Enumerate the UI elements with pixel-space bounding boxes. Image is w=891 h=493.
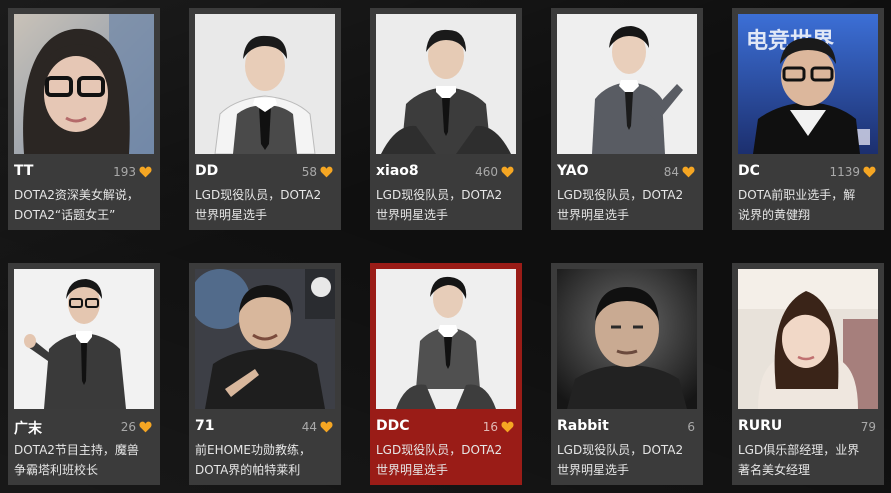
player-name[interactable]: YAO xyxy=(557,163,589,179)
player-name[interactable]: xiao8 xyxy=(376,163,419,179)
player-name[interactable]: 71 xyxy=(195,418,214,434)
player-name[interactable]: TT xyxy=(14,163,33,179)
player-name[interactable]: Rabbit xyxy=(557,418,609,434)
player-card[interactable]: YAO 84 LGD现役队员，DOTA2 世界明星选手 xyxy=(551,8,703,230)
description-line: 世界明星选手 xyxy=(557,208,630,222)
description-line: LGD现役队员，DOTA2 xyxy=(376,188,503,202)
player-description: LGD现役队员，DOTA2 世界明星选手 xyxy=(195,185,338,225)
description-line: DOTA2节目主持，魔兽 xyxy=(14,443,139,457)
player-photo[interactable] xyxy=(14,269,154,409)
player-card[interactable]: 电竞世界 DC 1139 DOTA前职业选手，解 说界的黄健翔 xyxy=(732,8,884,230)
player-card[interactable]: RURU 79 LGD俱乐部经理，业界 著名美女经理 xyxy=(732,263,884,485)
like-count: 193 xyxy=(113,165,136,179)
heart-icon[interactable] xyxy=(501,166,514,178)
like-counter[interactable]: 58 xyxy=(302,165,333,179)
player-description: DOTA2资深美女解说， DOTA2“话题女王” xyxy=(14,185,157,225)
like-counter[interactable]: 84 xyxy=(664,165,695,179)
player-description: LGD俱乐部经理，业界 著名美女经理 xyxy=(738,440,881,480)
like-counter[interactable]: 193 xyxy=(113,165,152,179)
like-count: 79 xyxy=(860,420,876,434)
like-counter[interactable]: 26 xyxy=(121,420,152,434)
player-name[interactable]: 广末 xyxy=(14,418,42,438)
player-card[interactable]: TT 193 DOTA2资深美女解说， DOTA2“话题女王” xyxy=(8,8,160,230)
like-counter[interactable]: 44 xyxy=(302,420,333,434)
heart-icon[interactable] xyxy=(501,421,514,433)
player-photo[interactable] xyxy=(376,14,516,154)
description-line: 著名美女经理 xyxy=(738,463,811,477)
player-photo[interactable] xyxy=(557,14,697,154)
like-count: 16 xyxy=(482,420,498,434)
like-count: 58 xyxy=(301,165,317,179)
heart-icon[interactable] xyxy=(139,421,152,433)
player-description: LGD现役队员，DOTA2 世界明星选手 xyxy=(376,185,519,225)
description-line: 世界明星选手 xyxy=(195,208,268,222)
description-line: 争霸塔利班校长 xyxy=(14,463,99,477)
player-description: DOTA2节目主持，魔兽 争霸塔利班校长 xyxy=(14,440,157,480)
player-name[interactable]: DDC xyxy=(376,418,410,434)
description-line: 世界明星选手 xyxy=(376,463,449,477)
player-photo[interactable] xyxy=(376,269,516,409)
like-count: 84 xyxy=(663,165,679,179)
player-photo[interactable] xyxy=(14,14,154,154)
like-counter[interactable]: 16 xyxy=(483,420,514,434)
description-line: 世界明星选手 xyxy=(376,208,449,222)
heart-icon[interactable] xyxy=(682,166,695,178)
player-photo[interactable] xyxy=(557,269,697,409)
player-card[interactable]: DD 58 LGD现役队员，DOTA2 世界明星选手 xyxy=(189,8,341,230)
player-photo[interactable] xyxy=(738,269,878,409)
player-description: 前EHOME功勋教练， DOTA界的帕特莱利 xyxy=(195,440,338,480)
player-description: LGD现役队员，DOTA2 世界明星选手 xyxy=(376,440,519,480)
player-name[interactable]: DD xyxy=(195,163,218,179)
description-line: DOTA2资深美女解说， xyxy=(14,188,139,202)
description-line: LGD现役队员，DOTA2 xyxy=(557,188,684,202)
heart-icon[interactable] xyxy=(139,166,152,178)
like-counter[interactable]: 79 xyxy=(861,420,876,434)
description-line: DOTA2“话题女王” xyxy=(14,208,116,222)
description-line: LGD现役队员，DOTA2 xyxy=(557,443,684,457)
description-line: 世界明星选手 xyxy=(557,463,630,477)
description-line: LGD现役队员，DOTA2 xyxy=(376,443,503,457)
like-count: 1139 xyxy=(829,165,860,179)
player-photo[interactable] xyxy=(195,14,335,154)
like-counter[interactable]: 1139 xyxy=(829,165,876,179)
player-name[interactable]: RURU xyxy=(738,418,782,434)
player-photo[interactable] xyxy=(195,269,335,409)
like-counter[interactable]: 6 xyxy=(687,420,695,434)
description-line: DOTA前职业选手，解 xyxy=(738,188,856,202)
like-counter[interactable]: 460 xyxy=(475,165,514,179)
description-line: 前EHOME功勋教练， xyxy=(195,443,311,457)
like-count: 26 xyxy=(120,420,136,434)
player-card[interactable]: Rabbit 6 LGD现役队员，DOTA2 世界明星选手 xyxy=(551,263,703,485)
player-card[interactable]: xiao8 460 LGD现役队员，DOTA2 世界明星选手 xyxy=(370,8,522,230)
player-description: DOTA前职业选手，解 说界的黄健翔 xyxy=(738,185,881,225)
like-count: 460 xyxy=(475,165,498,179)
player-name[interactable]: DC xyxy=(738,163,760,179)
player-card[interactable]: 广末 26 DOTA2节目主持，魔兽 争霸塔利班校长 xyxy=(8,263,160,485)
heart-icon[interactable] xyxy=(320,166,333,178)
player-description: LGD现役队员，DOTA2 世界明星选手 xyxy=(557,185,700,225)
description-line: LGD俱乐部经理，业界 xyxy=(738,443,860,457)
heart-icon[interactable] xyxy=(320,421,333,433)
player-card[interactable]: 71 44 前EHOME功勋教练， DOTA界的帕特莱利 xyxy=(189,263,341,485)
like-count: 44 xyxy=(301,420,317,434)
player-description: LGD现役队员，DOTA2 世界明星选手 xyxy=(557,440,700,480)
player-card[interactable]: DDC 16 LGD现役队员，DOTA2 世界明星选手 xyxy=(370,263,522,485)
heart-icon[interactable] xyxy=(863,166,876,178)
player-photo[interactable]: 电竞世界 xyxy=(738,14,878,154)
description-line: DOTA界的帕特莱利 xyxy=(195,463,301,477)
like-count: 6 xyxy=(687,420,695,434)
description-line: LGD现役队员，DOTA2 xyxy=(195,188,322,202)
description-line: 说界的黄健翔 xyxy=(738,208,811,222)
